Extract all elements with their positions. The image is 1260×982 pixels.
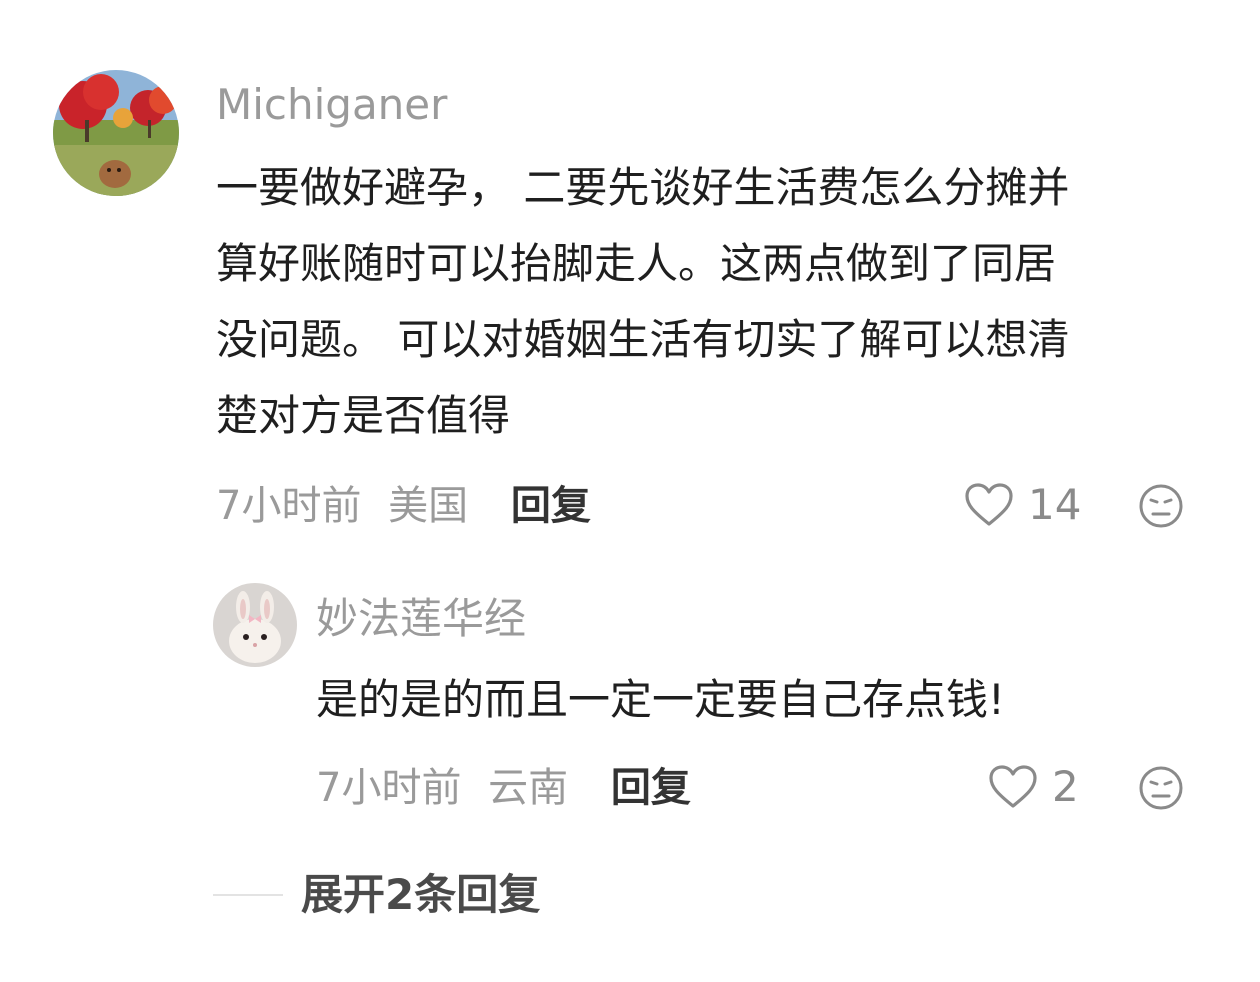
- heart-outline-icon: [965, 483, 1013, 526]
- neutral-face-icon: [1139, 484, 1183, 528]
- comment-text: 一要做好避孕， 二要先谈好生活费怎么分摊并 算好账随时可以抬脚走人。这两点做到了…: [216, 150, 1226, 454]
- user-avatar[interactable]: [53, 70, 179, 196]
- reply-text-line: 是的是的而且一定一定要自己存点钱!: [316, 675, 1005, 724]
- comment-text-line: 算好账随时可以抬脚走人。这两点做到了同居: [216, 239, 1057, 288]
- expand-replies-label: 展开2条回复: [301, 870, 541, 919]
- like-count: 14: [1028, 480, 1082, 529]
- reply-username[interactable]: 妙法莲华经: [316, 598, 526, 640]
- avatar-photo-bunny: [213, 583, 297, 667]
- reply-time: 7小时前: [316, 765, 462, 811]
- reply-location: 云南: [488, 765, 569, 811]
- comment-username[interactable]: Michiganer: [216, 84, 447, 126]
- comment-text-line: 楚对方是否值得: [216, 391, 511, 440]
- reply-reply-button[interactable]: 回复: [611, 765, 691, 811]
- expand-divider: [213, 894, 283, 896]
- reply-button[interactable]: 回复: [511, 483, 591, 529]
- reply-user-avatar[interactable]: [213, 583, 297, 667]
- heart-outline-icon: [989, 765, 1037, 808]
- reply-meta: 7小时前 云南 回复: [316, 768, 691, 808]
- like-button[interactable]: 14: [964, 482, 1081, 528]
- dislike-button[interactable]: [1138, 483, 1184, 529]
- neutral-face-icon: [1139, 766, 1183, 810]
- comment-text-line: 一要做好避孕， 二要先谈好生活费怎么分摊并: [216, 163, 1070, 212]
- reply-like-count: 2: [1052, 762, 1079, 811]
- comment-text-line: 没问题。 可以对婚姻生活有切实了解可以想清: [216, 315, 1070, 364]
- reply-text: 是的是的而且一定一定要自己存点钱!: [316, 662, 1216, 738]
- reply-dislike-button[interactable]: [1138, 765, 1184, 811]
- reply-like-button[interactable]: 2: [988, 764, 1079, 810]
- expand-replies-button[interactable]: 展开2条回复: [213, 874, 540, 916]
- comment-location: 美国: [388, 483, 469, 529]
- comment-meta: 7小时前 美国 回复: [216, 486, 591, 526]
- comment-time: 7小时前: [216, 483, 362, 529]
- avatar-photo-autumn-trees: [53, 70, 179, 196]
